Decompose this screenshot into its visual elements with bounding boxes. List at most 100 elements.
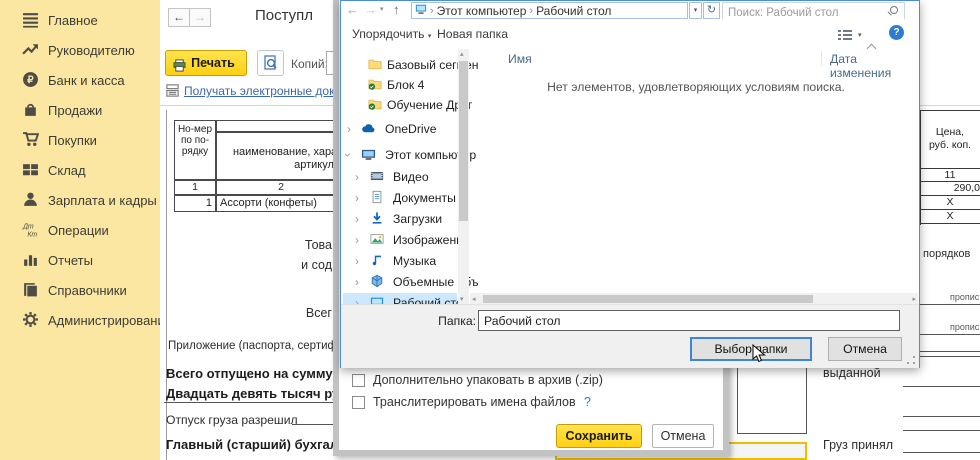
chevron-right-icon[interactable]: › — [355, 170, 359, 184]
refresh-button[interactable]: ↻ — [703, 2, 720, 19]
scroll-left-icon[interactable]: ◂ — [472, 295, 476, 303]
sidebar-item-hr[interactable]: Зарплата и кадры — [0, 185, 160, 215]
breadcrumb-chevron: › — [430, 5, 434, 17]
tree-scrollbar[interactable]: ▴ ▾ — [458, 49, 469, 304]
chevron-right-icon[interactable]: › — [355, 191, 359, 205]
sidebar-item-label: Справочники — [48, 283, 127, 298]
sidebar-item-manager[interactable]: Руководителю — [0, 35, 160, 65]
page-title: Поступл — [255, 7, 313, 24]
recent-dropdown-icon[interactable]: ▾ — [380, 5, 384, 13]
sidebar-item-label: Операции — [48, 223, 109, 238]
pictures-icon — [370, 232, 384, 246]
view-list-icon[interactable] — [837, 28, 853, 46]
print-button[interactable]: Печать — [165, 50, 247, 76]
scrollbar-thumb[interactable] — [459, 61, 468, 221]
tree-item-3d-objects[interactable]: › Объемные объ — [343, 272, 457, 291]
col-index-1: 1 — [174, 180, 216, 195]
tree-item-this-pc[interactable]: › Этот компьютер — [343, 145, 457, 164]
sidebar-item-operations[interactable]: ДтКт Операции — [0, 215, 160, 245]
breadcrumb-item[interactable]: Этот компьютер — [437, 4, 527, 18]
preview-icon — [263, 58, 279, 75]
search-input[interactable] — [723, 6, 904, 21]
cancel-button[interactable]: Отмена — [652, 424, 714, 448]
sidebar-item-purchases[interactable]: Покупки — [0, 125, 160, 155]
forward-button[interactable]: → — [189, 8, 211, 27]
chevron-right-icon[interactable]: › — [355, 275, 359, 289]
doc-poryadkov: порядков — [923, 248, 970, 260]
dialog-footer: Папка: Выбор папки Отмена — [341, 304, 919, 368]
cancel-button[interactable]: Отмена — [828, 337, 902, 361]
empty-folder-message: Нет элементов, удовлетворяющих условиям … — [491, 80, 901, 94]
row-num: 1 — [174, 195, 216, 212]
view-dropdown-icon[interactable]: ▾ — [858, 31, 862, 39]
tree-item-blok-4[interactable]: Блок 4 — [343, 75, 457, 94]
book-icon — [22, 281, 39, 298]
chevron-right-icon[interactable]: › — [355, 212, 359, 226]
sidebar-item-label: Склад — [48, 163, 86, 178]
sidebar-item-directories[interactable]: Справочники — [0, 275, 160, 305]
svg-text:Дт: Дт — [22, 223, 34, 230]
tree-item-pictures[interactable]: › Изображения — [343, 230, 457, 249]
save-button[interactable]: Сохранить — [556, 424, 642, 448]
scrollbar-thumb[interactable] — [483, 295, 813, 303]
column-header-name[interactable]: Имя — [508, 52, 532, 66]
signature-line — [903, 443, 980, 453]
breadcrumb-item[interactable]: Рабочий стол — [536, 4, 611, 18]
new-folder-button[interactable]: Новая папка — [437, 27, 508, 41]
back-icon[interactable]: ← — [346, 2, 359, 17]
column-header-date[interactable]: Дата изменения — [830, 52, 919, 80]
scroll-up-icon[interactable]: ▴ — [460, 50, 464, 58]
translit-help-link[interactable]: ? — [584, 395, 591, 409]
back-button[interactable]: ← — [168, 8, 190, 27]
folder-name-input[interactable] — [478, 310, 900, 331]
tree-item-videos[interactable]: › Видео — [343, 167, 457, 186]
sidebar-item-sales[interactable]: Продажи — [0, 95, 160, 125]
sidebar-item-label: Зарплата и кадры — [48, 193, 157, 208]
organize-menu[interactable]: Упорядочить ▾ — [352, 27, 431, 41]
doc-vydannoy: выданной — [823, 366, 881, 380]
resize-grip[interactable] — [907, 356, 915, 364]
scroll-down-icon[interactable]: ▾ — [460, 295, 464, 303]
address-dropdown-button[interactable]: ▾ — [689, 2, 702, 19]
help-button[interactable]: ? — [889, 25, 904, 40]
chevron-right-icon[interactable]: › — [355, 254, 359, 268]
sidebar-item-label: Отчеты — [48, 253, 93, 268]
tree-item-bazovy-segment[interactable]: Базовый сегмен — [343, 55, 457, 74]
edocs-link[interactable]: Получать электронные докум — [184, 84, 349, 98]
sidebar-item-administration[interactable]: Администрирование — [0, 305, 160, 335]
sidebar-item-label: Руководителю — [48, 43, 135, 58]
tree-item-onedrive[interactable]: › OneDrive — [343, 119, 457, 138]
edocs-icon — [165, 83, 180, 103]
doc-otpusk: Отпуск груза разрешил — [166, 413, 298, 427]
doc-glavbuh: Главный (старший) бухгалте — [166, 437, 333, 452]
translit-checkbox[interactable] — [352, 396, 365, 409]
up-icon[interactable]: ↑ — [393, 2, 400, 17]
signature-line — [903, 407, 980, 417]
chevron-expanded-icon[interactable]: › — [341, 153, 355, 157]
sidebar-item-warehouse[interactable]: Склад — [0, 155, 160, 185]
help-question-mark: ? — [893, 27, 899, 38]
sidebar-item-label: Продажи — [48, 103, 102, 118]
chevron-right-icon[interactable]: › — [347, 122, 351, 136]
sidebar-item-main[interactable]: Главное — [0, 5, 160, 35]
search-box — [722, 2, 905, 19]
form-line — [920, 325, 980, 335]
chevron-right-icon[interactable]: › — [355, 233, 359, 247]
tree-item-documents[interactable]: › Документы — [343, 188, 457, 207]
forward-icon[interactable]: → — [364, 2, 377, 17]
price-col-index: 11 — [920, 169, 980, 181]
scroll-right-icon[interactable]: ▸ — [912, 295, 916, 303]
tree-item-downloads[interactable]: › Загрузки — [343, 209, 457, 228]
choose-folder-button[interactable]: Выбор папки — [690, 337, 812, 361]
price-value: 290,0 — [920, 182, 980, 194]
sidebar-item-bank[interactable]: ₽ Банк и касса — [0, 65, 160, 95]
breadcrumb[interactable]: › Этот компьютер › Рабочий стол — [411, 2, 688, 19]
zip-checkbox[interactable] — [352, 374, 365, 387]
sidebar-item-reports[interactable]: Отчеты — [0, 245, 160, 275]
tree-item-obuchenie[interactable]: Обучение Дрог — [343, 95, 457, 114]
folder-synced-icon — [368, 77, 382, 91]
tree-item-music[interactable]: › Музыка — [343, 251, 457, 270]
preview-button[interactable] — [257, 50, 284, 76]
column-separator — [821, 51, 822, 66]
horizontal-scrollbar[interactable]: ◂ ▸ — [470, 293, 918, 304]
